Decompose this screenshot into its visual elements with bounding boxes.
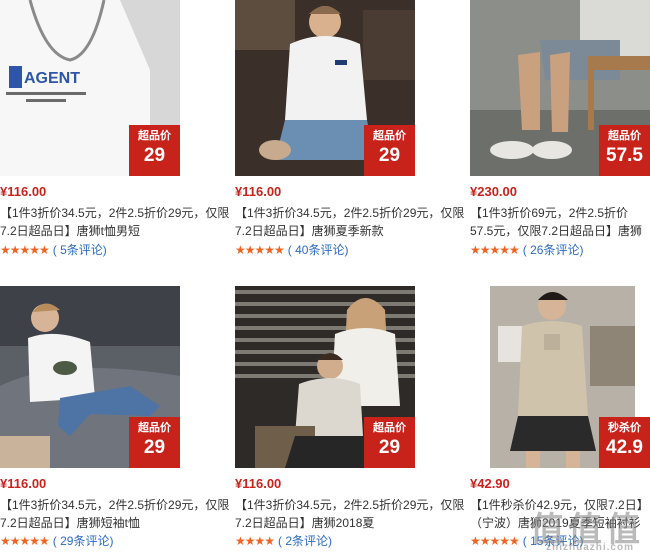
rating-row: ★★★★★( 40条评论) — [235, 242, 348, 258]
product-image[interactable]: 超品价 29 — [0, 286, 180, 468]
product-image[interactable]: 超品价 57.5 — [470, 0, 650, 176]
badge-label: 超品价 — [608, 130, 641, 142]
site-watermark: 值值值 zhizhuazhi.com — [530, 502, 644, 553]
badge-price: 42.9 — [606, 437, 643, 458]
rating-row: ★★★★★( 26条评论) — [470, 242, 583, 258]
badge-label: 秒杀价 — [608, 422, 641, 434]
badge-price: 57.5 — [606, 145, 643, 166]
badge-price: 29 — [143, 437, 166, 458]
review-count-link[interactable]: ( 26条评论) — [523, 243, 584, 257]
product-title[interactable]: 【1件3折价34.5元，2件2.5折价29元，仅限7.2日超品日】唐狮2018夏 — [235, 496, 473, 532]
star-rating-icon: ★★★★★ — [235, 243, 285, 257]
rating-row: ★★★★( 2条评论) — [235, 533, 332, 549]
rating-row: ★★★★★( 29条评论) — [0, 533, 113, 549]
product-price: ¥42.90 — [470, 476, 510, 491]
star-rating-icon: ★★★★ — [235, 534, 275, 548]
price-badge: 超品价 57.5 — [599, 125, 650, 176]
product-image[interactable]: 超品价 29 — [235, 286, 415, 468]
badge-price: 29 — [378, 145, 401, 166]
review-count-link[interactable]: ( 5条评论) — [53, 243, 107, 257]
product-title[interactable]: 【1件3折价69元，2件2.5折价57.5元，仅限7.2日超品日】唐狮2019夏 — [470, 204, 650, 240]
price-badge: 超品价 29 — [364, 125, 415, 176]
badge-label: 超品价 — [138, 422, 171, 434]
product-image[interactable]: 秒杀价 42.9 — [470, 286, 650, 468]
product-image[interactable]: 超品价 29 — [235, 0, 415, 176]
star-rating-icon: ★★★★★ — [470, 243, 520, 257]
rating-row: ★★★★★( 5条评论) — [0, 242, 107, 258]
price-badge: 超品价 29 — [129, 417, 180, 468]
review-count-link[interactable]: ( 29条评论) — [53, 534, 114, 548]
badge-price: 29 — [143, 145, 166, 166]
watermark-url: zhizhuazhi.com — [546, 542, 634, 553]
price-badge: 超品价 29 — [129, 125, 180, 176]
product-price: ¥116.00 — [0, 184, 47, 199]
thumb-text: AGENT — [24, 70, 80, 87]
badge-label: 超品价 — [373, 422, 406, 434]
product-price: ¥116.00 — [235, 476, 282, 491]
price-badge: 秒杀价 42.9 — [599, 417, 650, 468]
product-price: ¥230.00 — [470, 184, 517, 199]
review-count-link[interactable]: ( 2条评论) — [278, 534, 332, 548]
product-title[interactable]: 【1件3折价34.5元，2件2.5折价29元，仅限7.2日超品日】唐狮夏季新款 — [235, 204, 473, 240]
product-image[interactable]: AGENT 超品价 29 — [0, 0, 180, 176]
badge-price: 29 — [378, 437, 401, 458]
star-rating-icon: ★★★★★ — [0, 243, 50, 257]
price-badge: 超品价 29 — [364, 417, 415, 468]
product-title[interactable]: 【1件3折价34.5元，2件2.5折价29元，仅限7.2日超品日】唐狮短袖t恤 — [0, 496, 238, 532]
badge-label: 超品价 — [138, 130, 171, 142]
star-rating-icon: ★★★★★ — [0, 534, 50, 548]
product-price: ¥116.00 — [0, 476, 47, 491]
badge-label: 超品价 — [373, 130, 406, 142]
star-rating-icon: ★★★★★ — [470, 534, 520, 548]
review-count-link[interactable]: ( 40条评论) — [288, 243, 349, 257]
product-title[interactable]: 【1件3折价34.5元，2件2.5折价29元，仅限7.2日超品日】唐狮t恤男短 — [0, 204, 238, 240]
product-price: ¥116.00 — [235, 184, 282, 199]
